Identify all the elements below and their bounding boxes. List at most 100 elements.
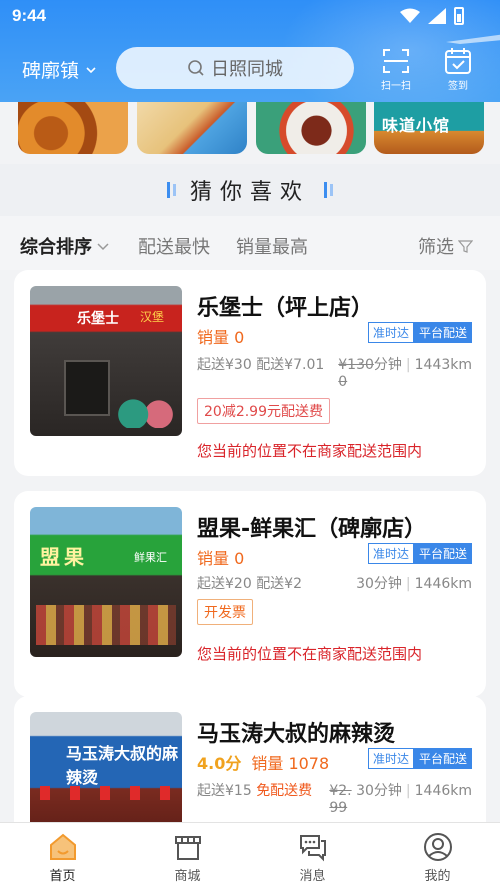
banner-row: 味道小馆: [0, 102, 500, 164]
delivery-time: 30分钟: [356, 576, 402, 592]
title-decoration-right: [324, 182, 333, 198]
banner-flavor-restaurant[interactable]: 味道小馆: [374, 102, 484, 154]
status-bar: 9:44: [0, 0, 500, 32]
store-stats: 4.0分 销量 1078: [197, 750, 329, 774]
search-input[interactable]: 日照同城: [116, 47, 354, 89]
banner-fried-chicken[interactable]: [18, 102, 128, 154]
tab-profile[interactable]: 我的: [375, 823, 500, 888]
tab-label: 消息: [299, 869, 326, 884]
sort-label: 销量最高: [236, 237, 308, 258]
store-thumbnail: 乐堡士 汉堡: [30, 286, 182, 436]
original-fee: ¥2.: [329, 783, 352, 799]
tag-platform-delivery: 平台配送: [413, 748, 472, 769]
store-thumbnail: 盟果 鲜果汇: [30, 507, 182, 657]
free-delivery: 免配送费: [256, 783, 313, 799]
delivery-tags: 准时达 平台配送: [367, 543, 472, 564]
tag-platform-delivery: 平台配送: [413, 322, 472, 343]
banner-steak[interactable]: [256, 102, 366, 154]
original-fee-tail: 0: [338, 374, 348, 390]
profile-icon: [423, 833, 452, 861]
sort-label: 综合排序: [20, 237, 92, 258]
store-card[interactable]: 乐堡士 汉堡 乐堡士（坪上店） 销量 0 准时达 平台配送 起送¥30 配送¥7…: [14, 270, 486, 476]
store-name: 乐堡士（坪上店）: [197, 296, 374, 321]
system-icons: [400, 7, 464, 25]
original-fee-tail: 99: [329, 800, 348, 816]
store-name: 马玉涛大叔的麻辣烫: [197, 722, 396, 747]
location-selector[interactable]: 碑廓镇: [22, 56, 97, 83]
store-sales: 销量 1078: [251, 754, 330, 773]
tag-platform-delivery: 平台配送: [413, 543, 472, 564]
status-time: 9:44: [12, 6, 47, 25]
battery-icon: [454, 7, 464, 25]
tab-label: 我的: [424, 869, 451, 884]
store-name: 盟果-鲜果汇（碑廓店）: [197, 517, 427, 542]
banner-dumplings[interactable]: [137, 102, 247, 154]
bottom-tab-bar: 首页 商城 消息 我的: [0, 822, 500, 888]
time-distance: ¥2. 30分钟 | 1446km 99: [329, 783, 472, 816]
message-icon: [299, 835, 326, 862]
parked-scooters: [114, 394, 178, 428]
tab-messages[interactable]: 消息: [250, 823, 375, 888]
sort-bar: 综合排序 配送最快 销量最高 筛选: [0, 216, 500, 270]
scan-button[interactable]: 扫一扫: [376, 46, 416, 92]
store-delivery-meta: 起送¥30 配送¥7.01: [197, 354, 324, 374]
storefront-sign: 乐堡士: [77, 311, 119, 327]
checkin-button[interactable]: 签到: [438, 46, 478, 92]
distance: 1446km: [414, 576, 472, 592]
scan-label: 扫一扫: [381, 81, 411, 92]
filter-label: 筛选: [418, 237, 454, 258]
out-of-range-warning: 您当前的位置不在商家配送范围内: [197, 645, 423, 663]
delivery-time: 分钟: [373, 357, 402, 373]
storefront-door: [64, 360, 110, 416]
sort-label: 配送最快: [138, 237, 210, 258]
store-rating: 4.0分: [197, 754, 242, 773]
search-placeholder: 日照同城: [211, 59, 283, 80]
scan-icon: [383, 49, 409, 73]
filter-button[interactable]: 筛选: [418, 233, 473, 259]
sort-comprehensive[interactable]: 综合排序: [20, 233, 110, 259]
tag-on-time: 准时达: [367, 322, 414, 343]
distance: 1443km: [414, 357, 472, 373]
tab-label: 首页: [49, 869, 76, 884]
title-decoration-left: [166, 182, 176, 198]
store-stats: 销量 0: [197, 545, 244, 569]
tag-on-time: 准时达: [367, 748, 414, 769]
section-title: 猜你喜欢: [189, 180, 310, 205]
store-card[interactable]: 盟果 鲜果汇 盟果-鲜果汇（碑廓店） 销量 0 准时达 平台配送 起送¥20 配…: [14, 491, 486, 697]
red-lanterns: [40, 786, 172, 800]
time-distance: 30分钟 | 1446km: [356, 576, 472, 592]
delivery-time: 30分钟: [356, 783, 402, 799]
calendar-check-icon: [445, 48, 471, 74]
store-delivery-meta: 起送¥15 免配送费: [197, 780, 312, 800]
min-order: 起送¥15: [197, 783, 252, 799]
wifi-icon: [400, 8, 420, 23]
original-fee: ¥130: [338, 357, 374, 373]
home-icon: [49, 833, 76, 860]
app-header: 9:44 碑廓镇 日照同城 扫一扫 签到: [0, 0, 500, 102]
delivery-fee: 配送¥7.01: [256, 357, 325, 373]
store-stats: 销量 0: [197, 324, 244, 348]
checkin-label: 签到: [448, 81, 468, 92]
min-order: 起送¥20: [197, 576, 252, 592]
delivery-tags: 准时达 平台配送: [367, 748, 472, 769]
filter-icon: [458, 239, 473, 253]
recommend-section-header: 猜你喜欢: [0, 164, 500, 216]
search-icon: [188, 60, 204, 76]
store-sales: 销量 0: [197, 549, 245, 568]
storefront-sign: 马玉涛大叔的麻辣烫: [66, 744, 179, 787]
sort-fastest-delivery[interactable]: 配送最快: [138, 233, 210, 259]
store-delivery-meta: 起送¥20 配送¥2: [197, 573, 302, 593]
distance: 1446km: [414, 783, 472, 799]
sort-top-sales[interactable]: 销量最高: [236, 233, 308, 259]
storefront-sign-secondary: 鲜果汇: [134, 551, 167, 564]
banner-text: 味道小馆: [382, 116, 451, 135]
tab-home[interactable]: 首页: [0, 823, 125, 888]
min-order: 起送¥30: [197, 357, 252, 373]
tab-mall[interactable]: 商城: [125, 823, 250, 888]
signal-icon: [428, 8, 446, 24]
invoice-badge: 开发票: [197, 599, 253, 625]
store-sales: 销量 0: [197, 328, 245, 347]
promo-badge: 20减2.99元配送费: [197, 398, 330, 424]
tab-label: 商城: [174, 869, 201, 884]
location-label: 碑廓镇: [22, 60, 80, 82]
